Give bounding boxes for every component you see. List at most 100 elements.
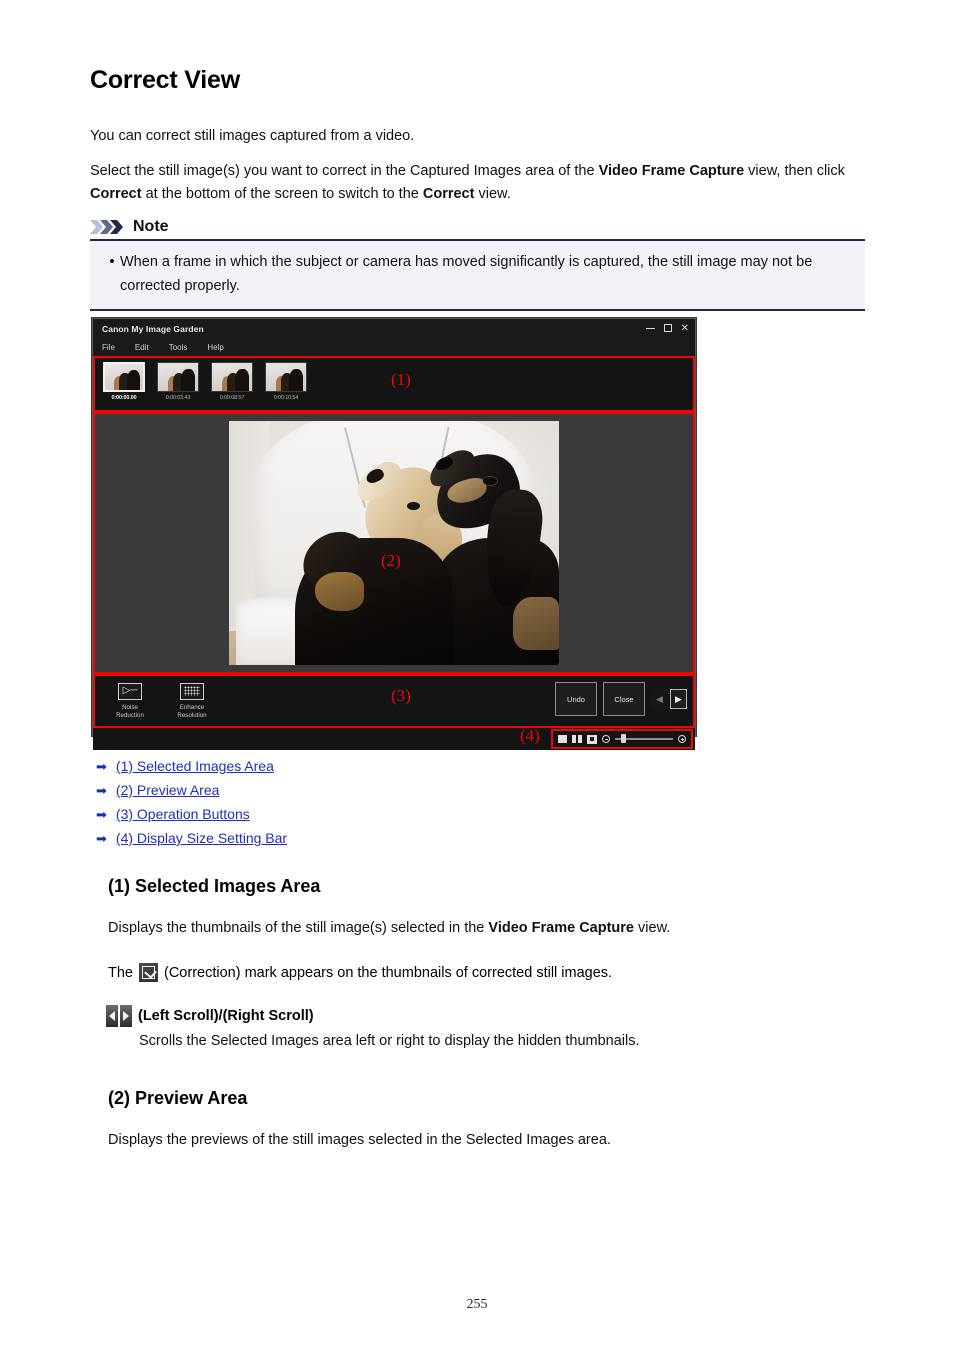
scroll-label: (Left Scroll)/(Right Scroll): [138, 1008, 314, 1024]
link-row: ➡ (1) Selected Images Area: [96, 754, 287, 778]
arrow-right-icon: ➡: [96, 758, 107, 774]
arrow-right-icon: ➡: [96, 806, 107, 822]
link-row: ➡ (4) Display Size Setting Bar: [96, 826, 287, 850]
scroll-description: Scrolls the Selected Images area left or…: [139, 1033, 640, 1049]
noise-reduction-icon: ▷─: [118, 682, 142, 700]
note-item-text: When a frame in which the subject or cam…: [120, 254, 813, 294]
noise-reduction-label-line1: Noise: [122, 703, 138, 711]
intro-paragraph: You can correct still images captured fr…: [90, 128, 415, 144]
menu-item-file[interactable]: File: [102, 343, 115, 352]
note-box: Note • When a frame in which the subject…: [90, 218, 865, 311]
arrow-right-icon: ➡: [96, 782, 107, 798]
select-text-3: at the bottom of the screen to switch to…: [141, 186, 423, 202]
close-icon[interactable]: ✕: [681, 324, 689, 334]
heading-selected-images-area: (1) Selected Images Area: [108, 876, 321, 896]
menu-item-tools[interactable]: Tools: [169, 343, 188, 352]
maximize-icon[interactable]: [663, 323, 672, 335]
correction-mark-line: The (Correction) mark appears on the thu…: [108, 963, 612, 982]
undo-button[interactable]: Undo: [555, 682, 597, 716]
callout-1: (1): [391, 370, 411, 389]
thumbnail-image[interactable]: [157, 362, 199, 392]
document-page: Correct View You can correct still image…: [0, 0, 954, 1350]
thumbnail-item[interactable]: 0:00:10.54: [263, 362, 309, 401]
note-bullet-icon: •: [109, 253, 115, 270]
dual-view-icon[interactable]: [572, 735, 582, 743]
correction-prefix-text: The: [108, 964, 133, 981]
link-operation-buttons[interactable]: (3) Operation Buttons: [116, 806, 250, 822]
select-instruction-paragraph: Select the still image(s) you want to co…: [90, 160, 880, 206]
thumbnail-item[interactable]: 0:00:03.43: [155, 362, 201, 401]
desc-text-1: Displays the thumbnails of the still ima…: [108, 920, 489, 936]
correction-mark-icon: [139, 963, 158, 982]
scroll-icon-pair: [106, 1005, 132, 1027]
single-view-icon[interactable]: [558, 735, 567, 743]
right-scroll-icon[interactable]: ▶: [670, 689, 687, 709]
callout-2: (2): [381, 551, 401, 570]
thumbnail-item[interactable]: 0:00:00.00: [101, 362, 147, 401]
note-title: Note: [133, 218, 169, 235]
note-body: • When a frame in which the subject or c…: [90, 239, 865, 311]
arrow-right-icon: ➡: [96, 830, 107, 846]
thumbnail-timestamp: 0:00:10.54: [273, 395, 299, 401]
desc-text-2: view.: [634, 920, 671, 936]
correct-bold-1: Correct: [90, 186, 142, 202]
enhance-resolution-label-line1: Enhance: [179, 703, 205, 711]
thumbnail-timestamp: 0:00:08.57: [219, 395, 245, 401]
thumbnail-image[interactable]: [211, 362, 253, 392]
triple-chevron-icon: [90, 220, 126, 234]
zoom-out-icon[interactable]: [602, 735, 610, 743]
right-scroll-icon: [120, 1005, 132, 1027]
preview-area: (2): [93, 412, 695, 674]
whole-image-icon[interactable]: [587, 734, 597, 744]
operation-buttons-area: ▷─ Noise Reduction Enhance Resolution Un…: [93, 674, 695, 728]
select-text-1: Select the still image(s) you want to co…: [90, 163, 599, 179]
preview-photo[interactable]: (2): [229, 421, 559, 665]
enhance-resolution-label-line2: Resolution: [177, 711, 207, 719]
menu-item-help[interactable]: Help: [207, 343, 223, 352]
app-menu-bar: File Edit Tools Help: [93, 339, 695, 356]
callout-4: (4): [520, 726, 540, 745]
zoom-slider[interactable]: [615, 734, 673, 744]
link-display-size-setting-bar[interactable]: (4) Display Size Setting Bar: [116, 830, 287, 846]
correct-bold-2: Correct: [422, 186, 475, 202]
operation-right-controls: Undo Close ◀ ▶: [555, 682, 687, 716]
window-controls: ✕: [645, 323, 689, 335]
select-text-4: view.: [474, 186, 511, 202]
app-screenshot: Canon My Image Garden ✕ File Edit Tools …: [92, 318, 696, 750]
preview-description: Displays the previews of the still image…: [108, 1132, 611, 1148]
scroll-buttons: ◀ ▶: [651, 689, 687, 709]
correction-suffix-text: (Correction) mark appears on the thumbna…: [164, 964, 613, 981]
link-row: ➡ (2) Preview Area: [96, 778, 287, 802]
heading-preview-area: (2) Preview Area: [108, 1088, 248, 1108]
thumbnail-item[interactable]: 0:00:08.57: [209, 362, 255, 401]
selected-images-description: Displays the thumbnails of the still ima…: [108, 917, 898, 940]
thumbnail-timestamp: 0:00:03.43: [165, 395, 191, 401]
left-scroll-icon: [106, 1005, 118, 1027]
display-size-setting-row: (4): [93, 726, 695, 750]
zoom-in-icon[interactable]: [678, 735, 686, 743]
noise-reduction-label-line2: Reduction: [116, 711, 144, 719]
link-row: ➡ (3) Operation Buttons: [96, 802, 287, 826]
page-number: 255: [466, 1297, 488, 1312]
section-link-list: ➡ (1) Selected Images Area ➡ (2) Preview…: [96, 754, 287, 850]
close-button[interactable]: Close: [603, 682, 645, 716]
menu-item-edit[interactable]: Edit: [135, 343, 149, 352]
select-text-2: view, then click: [744, 163, 845, 179]
selected-images-area: 0:00:00.00 0:00:03.43 0:00:08.57 0:00:10…: [93, 356, 695, 412]
noise-reduction-button[interactable]: ▷─ Noise Reduction: [103, 682, 157, 720]
thumbnail-image[interactable]: [265, 362, 307, 392]
display-size-setting-bar: [551, 729, 693, 749]
enhance-resolution-icon: [180, 682, 204, 700]
link-selected-images-area[interactable]: (1) Selected Images Area: [116, 758, 274, 774]
thumbnail-image[interactable]: [103, 362, 145, 392]
page-title: Correct View: [90, 66, 240, 94]
video-frame-capture-bold: Video Frame Capture: [598, 163, 745, 179]
thumbnail-timestamp: 0:00:00.00: [111, 395, 137, 401]
enhance-resolution-button[interactable]: Enhance Resolution: [165, 682, 219, 720]
minimize-icon[interactable]: [645, 324, 655, 334]
link-preview-area[interactable]: (2) Preview Area: [116, 782, 219, 798]
app-title-bar: Canon My Image Garden ✕: [93, 319, 695, 339]
left-scroll-icon[interactable]: ◀: [651, 689, 668, 709]
video-frame-capture-bold-2: Video Frame Capture: [488, 920, 634, 936]
scroll-icons-line: (Left Scroll)/(Right Scroll): [106, 1005, 314, 1027]
